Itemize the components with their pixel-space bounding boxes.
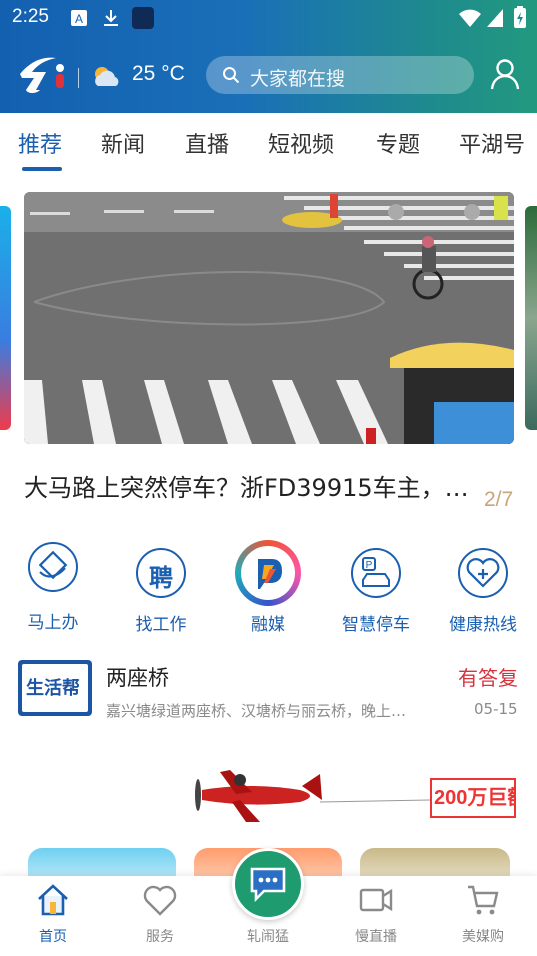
nav-slow-live[interactable]: 慢直播	[331, 876, 421, 956]
cellular-signal-icon	[487, 9, 503, 27]
news-date: 05-15	[474, 700, 518, 718]
service-health-hotline[interactable]: 健康热线	[438, 538, 528, 638]
svg-text:A: A	[75, 12, 83, 26]
service-label: 找工作	[135, 615, 187, 635]
airplane-illustration	[195, 770, 431, 822]
channel-tabs: 推荐 新闻 直播 短视频 专题 平湖号	[0, 113, 537, 173]
hire-icon: 聘	[136, 548, 186, 598]
app-notification-icon	[132, 7, 154, 29]
nav-label: 轧闹猛	[247, 929, 289, 945]
service-smart-parking[interactable]: P 智慧停车	[331, 538, 421, 638]
home-icon	[38, 884, 68, 916]
rongmei-logo-icon	[235, 540, 301, 606]
tab-indicator	[22, 167, 62, 171]
feature-card[interactable]	[28, 848, 176, 878]
promo-banner-text: 200万巨额	[430, 778, 516, 818]
cart-icon	[468, 885, 499, 915]
temperature: 25 °C	[132, 62, 185, 85]
tab-topics[interactable]: 专题	[376, 127, 420, 159]
carousel-next-peek[interactable]	[525, 206, 537, 430]
diamond-hand-icon	[28, 542, 78, 592]
news-carousel[interactable]: 大马路上突然停车？浙FD39915车主，… 2/7	[0, 192, 537, 522]
download-icon	[104, 10, 118, 26]
nav-label: 美媒购	[462, 929, 504, 945]
nav-shop[interactable]: 美媒购	[438, 876, 528, 956]
quick-services: 马上办 聘 找工作 融媒 P 智慧停车 健康热线	[0, 538, 537, 638]
status-bar: 2:25 A	[0, 0, 537, 36]
user-profile-icon[interactable]	[490, 58, 520, 90]
promo-banner[interactable]: 200万巨额	[0, 752, 537, 844]
service-find-job[interactable]: 聘 找工作	[116, 538, 206, 638]
service-rongmei[interactable]: 融媒	[223, 538, 313, 638]
nav-label: 首页	[39, 929, 67, 945]
tab-short-video[interactable]: 短视频	[268, 127, 334, 159]
nav-home[interactable]: 首页	[8, 876, 98, 956]
service-label: 马上办	[27, 613, 79, 633]
nav-services[interactable]: 服务	[115, 876, 205, 956]
service-label: 融媒	[251, 615, 285, 635]
video-camera-icon	[359, 888, 393, 912]
nav-label: 慢直播	[355, 929, 397, 945]
service-ma-shang-ban[interactable]: 马上办	[8, 538, 98, 638]
news-thumbnail: 生活帮	[18, 660, 92, 716]
nav-label: 服务	[146, 929, 174, 945]
service-label: 健康热线	[449, 615, 517, 635]
wifi-icon	[459, 9, 481, 27]
thumbnail-logo-text: 生活帮	[26, 678, 80, 699]
app-logo[interactable]	[16, 52, 72, 96]
battery-icon	[514, 6, 526, 28]
keyboard-a-icon: A	[71, 10, 87, 26]
news-list-item[interactable]: 生活帮 两座桥 有答复 嘉兴塘绿道两座桥、汉塘桥与丽云桥，晚上… 05-15	[0, 656, 537, 726]
carousel-image[interactable]	[24, 192, 514, 444]
top-bar: 25 °C 大家都在搜	[0, 44, 537, 104]
health-heart-icon	[458, 548, 508, 598]
app-header: 2:25 A 25 °C 大家都在搜	[0, 0, 537, 113]
partly-cloudy-icon	[95, 67, 119, 86]
search-placeholder: 大家都在搜	[250, 68, 346, 90]
chat-icon	[250, 867, 286, 903]
carousel-counter: 2/7	[484, 488, 514, 511]
feature-card[interactable]	[360, 848, 510, 878]
header-divider	[78, 68, 79, 88]
heart-icon	[143, 885, 177, 916]
search-input[interactable]: 大家都在搜	[206, 56, 474, 94]
svg-text:P: P	[366, 560, 373, 571]
news-title: 两座桥	[106, 666, 169, 690]
tab-news[interactable]: 新闻	[101, 127, 145, 159]
status-time: 2:25	[12, 6, 49, 27]
center-chat-button[interactable]	[232, 848, 304, 920]
carousel-prev-peek[interactable]	[0, 206, 11, 430]
carousel-title[interactable]: 大马路上突然停车？浙FD39915车主，…	[24, 468, 494, 503]
news-snippet: 嘉兴塘绿道两座桥、汉塘桥与丽云桥，晚上…	[106, 702, 407, 720]
status-badge: 有答复	[458, 666, 518, 690]
street-scene-photo	[24, 192, 514, 444]
tab-live[interactable]: 直播	[185, 127, 229, 159]
parking-car-icon: P	[351, 548, 401, 598]
tab-recommend[interactable]: 推荐	[18, 127, 62, 159]
tab-pinghu[interactable]: 平湖号	[459, 127, 525, 159]
search-icon	[223, 67, 240, 84]
service-label: 智慧停车	[342, 615, 410, 635]
